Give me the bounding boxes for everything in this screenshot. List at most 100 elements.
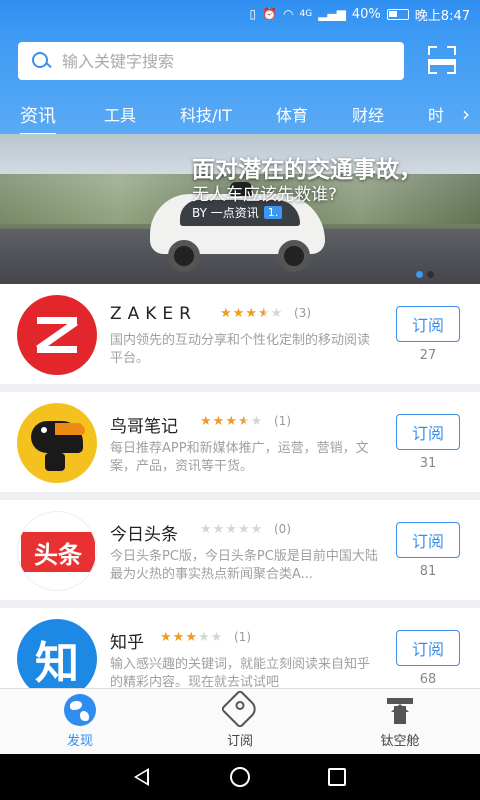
search-input[interactable] <box>62 51 362 71</box>
carousel-indicator <box>416 271 434 278</box>
rating-stars: ★★★★★ <box>200 414 263 429</box>
nav-capsule[interactable]: 钛空舱 <box>320 689 480 755</box>
status-bar: ▯ ⏰ ◠ 4G ▂▄▆ 40% 晚上8:47 <box>0 0 480 28</box>
alarm-icon: ⏰ <box>262 7 278 21</box>
rating-stars: ★★★★★ <box>160 630 223 645</box>
banner-source: BY 一点资讯 1. <box>192 204 283 221</box>
signal-icon: ▂▄▆ <box>318 7 346 21</box>
tab-tech[interactable]: 科技/IT <box>180 102 232 126</box>
rating-count: (0) <box>274 522 291 536</box>
zaker-logo <box>17 295 97 375</box>
header: 资讯 工具 科技/IT 体育 财经 时 › <box>0 28 480 136</box>
star-icon: ★ <box>210 630 224 645</box>
subscriber-count: 31 <box>419 456 437 471</box>
star-icon: ★ <box>172 630 186 645</box>
star-icon: ★ <box>270 306 284 321</box>
item-description: 今日头条PC版，今日头条PC版是目前中国大陆最为火热的事实热点新闻聚合类A... <box>110 549 378 582</box>
rating-count: (1) <box>234 630 251 644</box>
carousel-dot <box>427 271 434 278</box>
tab-tools[interactable]: 工具 <box>104 102 136 126</box>
tab-news[interactable]: 资讯 <box>20 102 56 136</box>
search-icon <box>30 50 52 72</box>
capsule-icon <box>385 696 415 726</box>
star-icon: ★ <box>225 522 238 537</box>
banner-carousel[interactable]: 面对潜在的交通事故， 无人车应该先救谁? BY 一点资讯 1. <box>0 134 480 284</box>
tab-sports[interactable]: 体育 <box>276 102 308 126</box>
item-name: 今日头条 <box>110 525 178 545</box>
star-icon: ★ <box>197 630 211 645</box>
nav-label: 发现 <box>66 734 93 749</box>
toutiao-logo-text: 头条 <box>21 532 95 572</box>
zhihu-logo: 知 <box>17 619 97 688</box>
banner-source-text: BY 一点资讯 <box>192 206 259 220</box>
zhihu-logo-text: 知 <box>35 638 79 688</box>
category-tabs: 资讯 工具 科技/IT 体育 财经 时 › <box>0 98 480 136</box>
star-icon: ★ <box>185 630 198 645</box>
subscriber-count: 81 <box>419 564 437 579</box>
tag-icon <box>220 689 260 729</box>
item-description: 每日推荐APP和新媒体推广，运营，营销，文案，产品，资讯等干货。 <box>110 441 369 474</box>
tab-finance[interactable]: 财经 <box>352 102 384 126</box>
item-description: 国内领先的互动分享和个性化定制的移动阅读平台。 <box>110 333 371 366</box>
list-item[interactable]: 知 知乎 ★★★★★ (1) 输入感兴趣的关键词，就能立刻阅读来自知乎的精彩内容… <box>0 608 480 688</box>
subscribe-button[interactable]: 订阅 <box>396 522 460 558</box>
subscriber-count: 68 <box>419 672 437 687</box>
item-name: 知乎 <box>110 633 144 653</box>
nav-discover[interactable]: 发现 <box>0 689 160 755</box>
star-icon: ★ <box>225 414 238 429</box>
rating-count: (3) <box>294 306 311 320</box>
clock: 晚上8:47 <box>414 8 470 24</box>
chevron-right-icon[interactable]: › <box>462 102 470 126</box>
scan-icon[interactable] <box>428 46 456 74</box>
star-icon: ★ <box>220 306 233 321</box>
list-item[interactable]: 头条 今日头条 ★★★★★ (0) 今日头条PC版，今日头条PC版是目前中国大陆… <box>0 500 480 600</box>
banner-subheadline: 无人车应该先救谁? <box>192 185 338 205</box>
subscribe-button[interactable]: 订阅 <box>396 306 460 342</box>
globe-icon <box>64 694 96 726</box>
item-name: ZAKER <box>110 304 197 324</box>
system-nav-bar <box>0 754 480 800</box>
banner-source-badge: 1. <box>263 206 283 219</box>
star-icon: ★ <box>250 414 264 429</box>
star-icon: ★ <box>250 522 264 537</box>
toutiao-logo: 头条 <box>17 511 97 591</box>
toucan-logo <box>17 403 97 483</box>
nav-subscribe[interactable]: 订阅 <box>160 689 320 755</box>
subscribe-button[interactable]: 订阅 <box>396 414 460 450</box>
nav-label: 钛空舱 <box>380 734 420 749</box>
battery-percent: 40% <box>351 6 381 22</box>
subscribe-button[interactable]: 订阅 <box>396 630 460 666</box>
subscriber-count: 27 <box>419 348 437 363</box>
search-bar[interactable] <box>18 42 404 80</box>
back-icon[interactable] <box>134 768 149 786</box>
network-type: 4G <box>299 9 313 19</box>
rating-stars: ★★★★★ <box>200 522 263 537</box>
banner-headline: 面对潜在的交通事故， <box>192 157 422 183</box>
rating-stars: ★★★★★ <box>220 306 283 321</box>
vibrate-icon: ▯ <box>249 7 257 21</box>
tab-fashion[interactable]: 时 <box>428 102 444 126</box>
star-icon: ★ <box>212 414 226 429</box>
item-description: 输入感兴趣的关键词，就能立刻阅读来自知乎的精彩内容。现在就去试试吧 <box>110 657 371 688</box>
home-icon[interactable] <box>230 767 250 787</box>
star-icon: ★ <box>200 522 213 537</box>
wifi-icon: ◠ <box>283 7 294 21</box>
star-icon: ★ <box>245 306 258 321</box>
carousel-dot <box>416 271 423 278</box>
recent-apps-icon[interactable] <box>328 768 346 786</box>
battery-icon <box>386 8 409 20</box>
subscription-list: ZAKER ★★★★★ (3) 国内领先的互动分享和个性化定制的移动阅读平台。 … <box>0 284 480 688</box>
star-icon: ★ <box>257 306 271 321</box>
list-item[interactable]: ZAKER ★★★★★ (3) 国内领先的互动分享和个性化定制的移动阅读平台。 … <box>0 284 480 384</box>
rating-count: (1) <box>274 414 291 428</box>
star-icon: ★ <box>212 522 226 537</box>
bottom-nav: 发现 订阅 钛空舱 <box>0 688 480 754</box>
star-icon: ★ <box>237 414 251 429</box>
list-item[interactable]: 鸟哥笔记 ★★★★★ (1) 每日推荐APP和新媒体推广，运营，营销，文案，产品… <box>0 392 480 492</box>
star-icon: ★ <box>160 630 173 645</box>
item-name: 鸟哥笔记 <box>110 417 178 437</box>
nav-label: 订阅 <box>226 734 253 749</box>
star-icon: ★ <box>232 306 246 321</box>
star-icon: ★ <box>237 522 251 537</box>
star-icon: ★ <box>200 414 213 429</box>
